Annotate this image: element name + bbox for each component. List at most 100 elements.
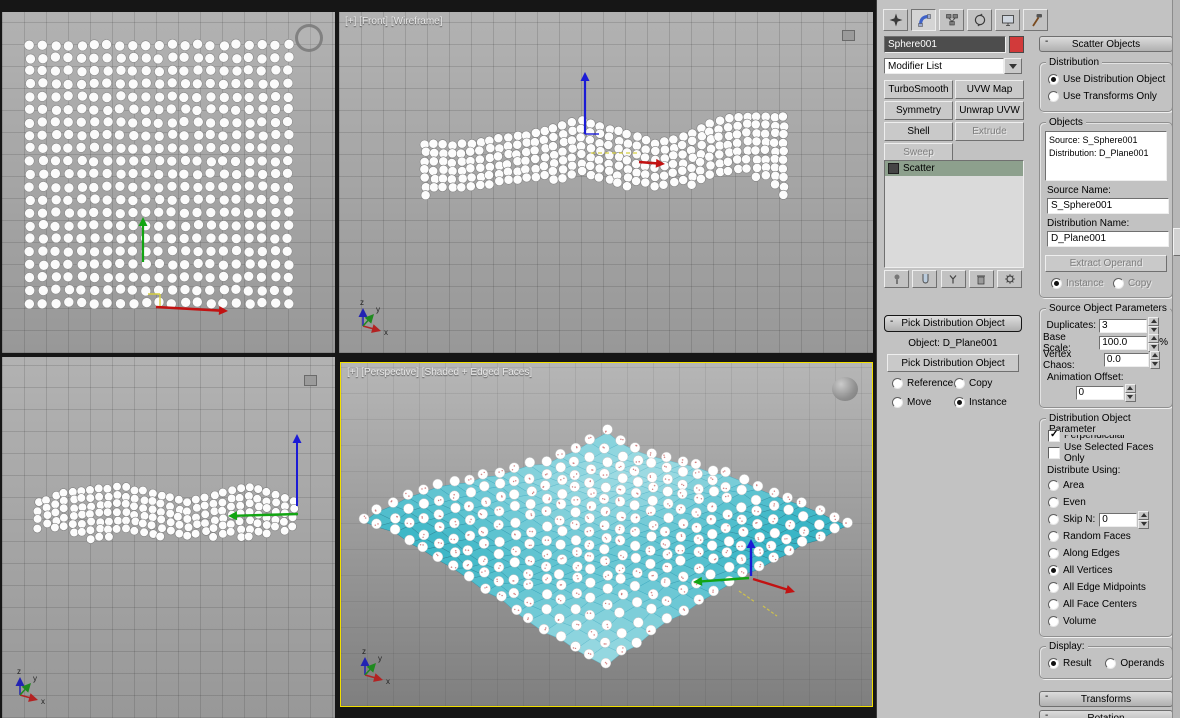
viewport-front[interactable]: x y z [+] [Front] [Wireframe] (339, 12, 873, 353)
transforms-rollout-header[interactable]: - Transforms (1039, 691, 1173, 707)
radio-copy-label: Copy (969, 377, 993, 389)
radio-instance[interactable] (954, 396, 965, 408)
radio-reference[interactable] (892, 377, 903, 389)
viewport-front-label[interactable]: [+] [Front] [Wireframe] (345, 16, 443, 27)
spinner-up[interactable] (1148, 333, 1160, 343)
radio-all-face-centers[interactable] (1048, 599, 1059, 610)
radio-label: Area (1063, 480, 1085, 491)
vertex-chaos-row: Vertex Chaos: 0.0 (1042, 348, 1169, 371)
pick-distribution-rollout-header[interactable]: - Pick Distribution Object (884, 315, 1022, 332)
pin-stack-button[interactable] (884, 270, 909, 288)
viewport-left[interactable]: x y z (2, 357, 335, 718)
tab-utilities[interactable] (1023, 9, 1048, 31)
vertex-chaos-field[interactable]: 0.0 (1103, 352, 1149, 367)
viewport-top[interactable] (2, 12, 335, 353)
modifier-button-shell[interactable]: Shell (884, 122, 953, 141)
modifier-stack-item-scatter[interactable]: Scatter (885, 161, 1023, 176)
spinner-up[interactable] (1138, 510, 1150, 520)
object-name-field[interactable]: Sphere001 (884, 36, 1007, 53)
extract-operand-button[interactable]: Extract Operand (1045, 255, 1167, 272)
show-end-result-button[interactable] (912, 270, 938, 288)
make-unique-button[interactable] (940, 270, 966, 288)
configure-modifier-sets-button[interactable] (997, 270, 1022, 288)
rotation-rollout-header[interactable]: - Rotation (1039, 710, 1173, 718)
radio-all-vertices[interactable] (1048, 565, 1059, 576)
rollout-title: Scatter Objects (1071, 38, 1141, 50)
spinner-up[interactable] (1149, 350, 1160, 360)
spinner-up[interactable] (1148, 316, 1159, 326)
viewcube-ball[interactable] (832, 377, 858, 401)
radio-even[interactable] (1048, 497, 1059, 508)
modifier-list-dropdown[interactable]: Modifier List (884, 58, 1022, 74)
modifier-list-arrow-button[interactable] (1004, 58, 1022, 74)
view-rotate-gizmo[interactable] (295, 24, 323, 52)
checkbox-use-selected-faces[interactable] (1048, 446, 1060, 459)
spinner-down[interactable] (1149, 359, 1160, 369)
radio-along-edges[interactable] (1048, 548, 1059, 559)
modifier-button-unwrapuvw[interactable]: Unwrap UVW (955, 101, 1024, 120)
trash-icon (977, 275, 986, 285)
animation-offset-field[interactable]: 0 (1075, 385, 1124, 400)
skip-n-field[interactable]: 0 (1099, 512, 1138, 527)
vertex-chaos-label: Vertex Chaos: (1042, 348, 1075, 371)
tab-motion[interactable] (967, 9, 992, 31)
spinner-up[interactable] (1124, 383, 1136, 393)
pick-distribution-object-button[interactable]: Pick Distribution Object (887, 354, 1019, 372)
radio-use-transforms-only[interactable] (1048, 91, 1059, 102)
radio-random-faces[interactable] (1048, 531, 1059, 542)
scatter-objects-rollout-header[interactable]: - Scatter Objects (1039, 36, 1173, 52)
source-name-field[interactable]: S_Sphere001 (1047, 198, 1169, 214)
tab-modify[interactable] (911, 9, 936, 31)
radio-volume[interactable] (1048, 616, 1059, 627)
viewport-perspective-label[interactable]: [+] [Perspective] [Shaded + Edged Faces] (347, 367, 532, 378)
random-faces-row: Random Faces (1043, 528, 1169, 545)
svg-text:y: y (33, 674, 37, 683)
radio-use-distribution-object[interactable] (1048, 74, 1059, 85)
object-color-swatch[interactable] (1009, 36, 1024, 53)
radio-operands[interactable] (1105, 658, 1117, 669)
operands-listbox[interactable]: Source: S_Sphere001 Distribution: D_Plan… (1045, 131, 1167, 181)
modifier-button-set: TurboSmooth UVW Map Symmetry Unwrap UVW … (884, 80, 1024, 162)
radio-all-edge-midpoints[interactable] (1048, 582, 1059, 593)
radio-skip-n[interactable] (1048, 514, 1059, 525)
viewport-front-nav-box[interactable] (842, 30, 855, 41)
operand-source[interactable]: Source: S_Sphere001 (1049, 134, 1163, 147)
animation-offset-spinner[interactable] (1124, 383, 1136, 402)
group-label: Objects (1046, 117, 1086, 128)
radio-extract-instance[interactable] (1051, 277, 1062, 289)
spinner-down[interactable] (1124, 392, 1136, 402)
modifier-stack[interactable]: Scatter (884, 160, 1024, 268)
distribution-name-field[interactable]: D_Plane001 (1047, 231, 1169, 247)
modifier-button-uvwmap[interactable]: UVW Map (955, 80, 1024, 99)
viewport-left-nav-box[interactable] (304, 375, 317, 386)
radio-area[interactable] (1048, 480, 1059, 491)
remove-modifier-button[interactable] (968, 270, 994, 288)
radio-move[interactable] (892, 396, 903, 408)
tab-hierarchy[interactable] (939, 9, 964, 31)
base-scale-spinner[interactable] (1148, 333, 1160, 352)
spinner-down[interactable] (1138, 519, 1150, 529)
modify-icon (917, 14, 931, 27)
radio-result[interactable] (1048, 658, 1059, 669)
tab-display[interactable] (995, 9, 1020, 31)
panel-scrollbar[interactable] (1172, 0, 1180, 718)
duplicates-spinner[interactable] (1148, 316, 1159, 335)
modifier-button-extrude[interactable]: Extrude (955, 122, 1024, 141)
modifier-button-turbosmooth[interactable]: TurboSmooth (884, 80, 953, 99)
radio-label: Copy (1128, 277, 1152, 289)
skip-n-spinner[interactable] (1138, 510, 1150, 529)
volume-row: Volume (1043, 613, 1169, 630)
tab-create[interactable] (883, 9, 908, 31)
svg-text:x: x (384, 328, 388, 337)
vertex-chaos-spinner[interactable] (1149, 350, 1160, 369)
duplicates-field[interactable]: 3 (1099, 318, 1147, 333)
scatter-objects-column: - Scatter Objects Distribution Use Distr… (1039, 36, 1173, 718)
modifier-button-symmetry[interactable]: Symmetry (884, 101, 953, 120)
panel-scrollbar-thumb[interactable] (1173, 228, 1180, 256)
operand-distribution[interactable]: Distribution: D_Plane001 (1049, 147, 1163, 160)
base-scale-field[interactable]: 100.0 (1099, 335, 1148, 350)
viewport-perspective[interactable]: x y z [+] [Perspective] [Shaded + Edged Fa… (340, 362, 873, 707)
checkbox-perpendicular[interactable] (1048, 429, 1060, 442)
radio-copy[interactable] (954, 377, 965, 389)
radio-extract-copy[interactable] (1113, 277, 1124, 289)
